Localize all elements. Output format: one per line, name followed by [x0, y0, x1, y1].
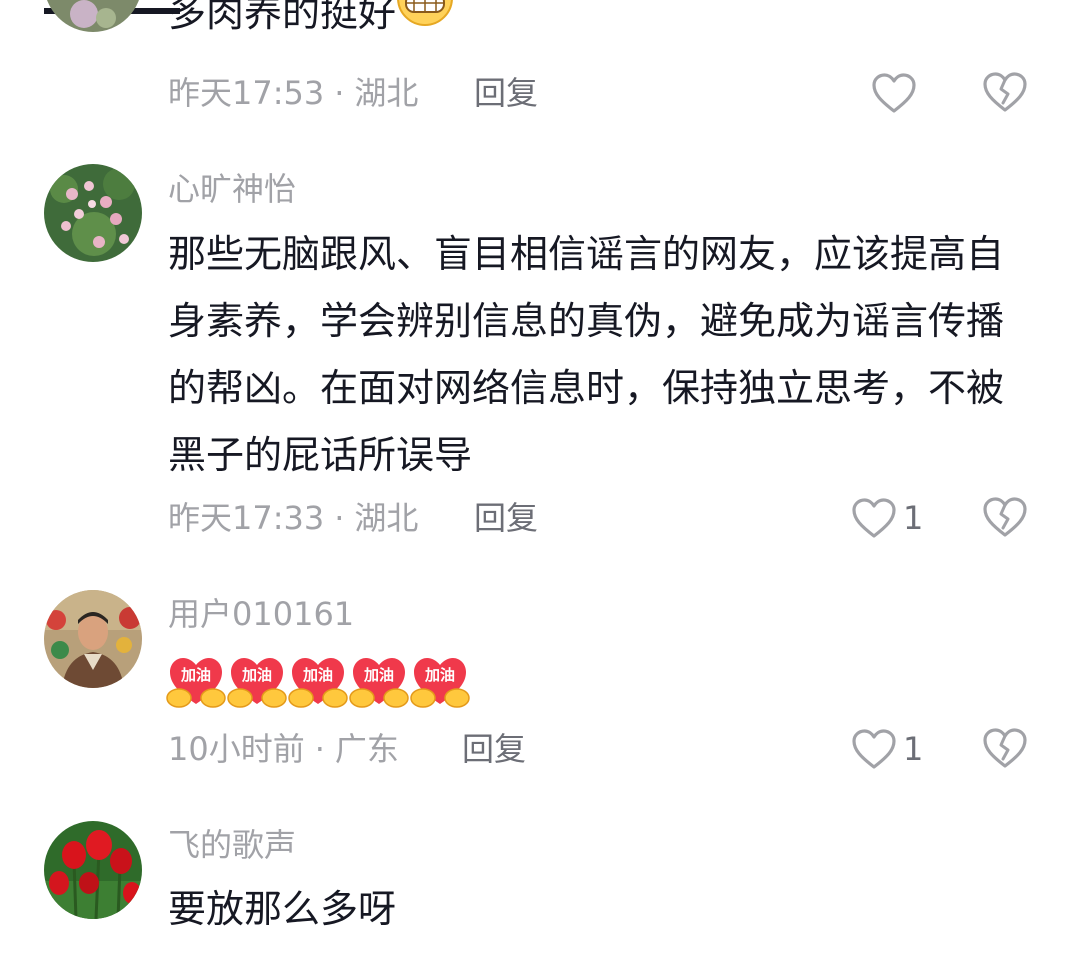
broken-heart-icon	[983, 728, 1027, 768]
heart-outline-icon	[852, 498, 896, 538]
sticker-label: 加油	[180, 666, 211, 684]
avatar[interactable]	[44, 590, 142, 688]
jiayou-sticker: 加油	[166, 654, 226, 710]
jiayou-sticker: 加油	[410, 654, 470, 710]
jiayou-sticker: 加油	[288, 654, 348, 710]
comment-meta: 10小时前 · 广东	[168, 727, 399, 771]
dislike-button[interactable]	[982, 71, 1030, 115]
comment-meta: 昨天17:33 · 湖北	[168, 496, 418, 540]
grin-emoji	[396, 0, 454, 51]
comment-location: 广东	[334, 730, 399, 768]
comment-time: 昨天17:53	[168, 74, 325, 112]
heart-outline-icon	[872, 73, 916, 113]
like-count: 1	[903, 730, 924, 768]
separator: ·	[334, 499, 345, 537]
comment-time: 昨天17:33	[168, 499, 325, 537]
comment-location: 湖北	[354, 499, 419, 537]
comment-location: 湖北	[354, 74, 419, 112]
reply-button[interactable]: 回复	[462, 727, 526, 771]
heart-outline-icon	[852, 729, 896, 769]
sticker-row: 加油 加油 加油 加油 加油	[166, 654, 471, 710]
dislike-button[interactable]	[982, 727, 1030, 771]
reply-button[interactable]: 回复	[474, 496, 538, 540]
jiayou-sticker: 加油	[349, 654, 409, 710]
avatar[interactable]	[44, 0, 142, 32]
comment-text: 那些无脑跟风、盲目相信谣言的网友，应该提高自身素养，学会辨别信息的真伪，避免成为…	[168, 232, 1005, 477]
comment-time: 10小时前	[168, 730, 305, 768]
dislike-button[interactable]	[982, 496, 1030, 540]
sticker-label: 加油	[302, 666, 333, 684]
sticker-label: 加油	[424, 666, 455, 684]
like-button[interactable]	[871, 71, 917, 115]
avatar[interactable]	[44, 821, 142, 919]
broken-heart-icon	[983, 72, 1027, 112]
like-button[interactable]: 1	[851, 727, 923, 771]
comment-text: 要放那么多呀	[168, 887, 397, 931]
username[interactable]: 飞的歌声	[168, 825, 296, 865]
jiayou-sticker: 加油	[227, 654, 287, 710]
sticker-label: 加油	[363, 666, 394, 684]
broken-heart-icon	[983, 497, 1027, 537]
like-button[interactable]: 1	[851, 496, 923, 540]
reply-button[interactable]: 回复	[474, 71, 538, 115]
comment-text: 多肉养的挺好	[168, 0, 397, 35]
like-count: 1	[903, 499, 924, 537]
sticker-label: 加油	[241, 666, 272, 684]
avatar[interactable]	[44, 164, 142, 262]
separator: ·	[334, 74, 345, 112]
username[interactable]: 心旷神怡	[168, 169, 296, 209]
comment-meta: 昨天17:53 · 湖北	[168, 71, 418, 115]
separator: ·	[314, 730, 325, 768]
username[interactable]: 用户010161	[168, 594, 354, 634]
